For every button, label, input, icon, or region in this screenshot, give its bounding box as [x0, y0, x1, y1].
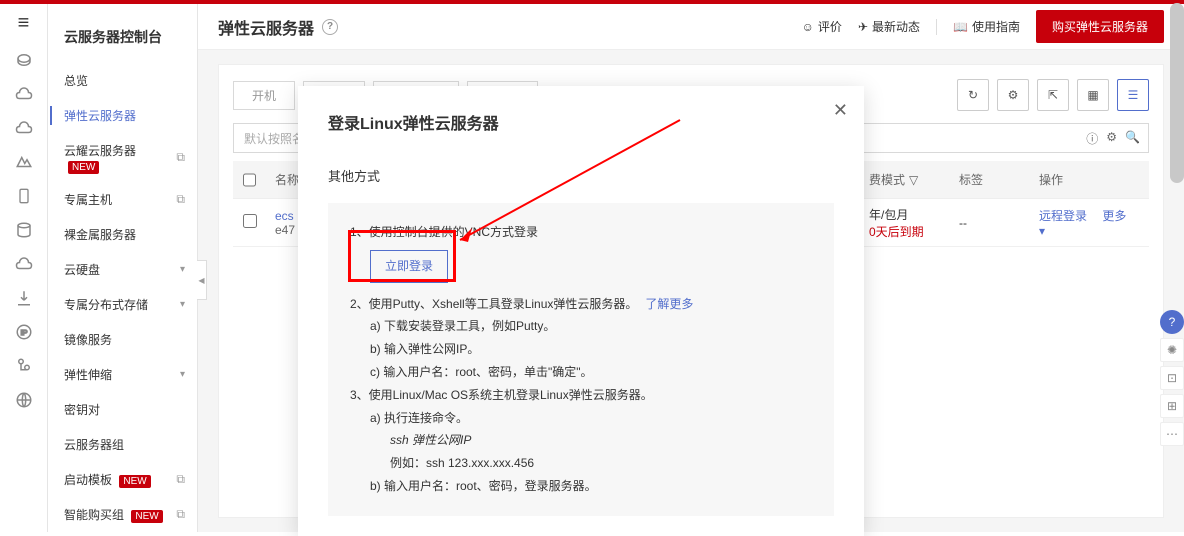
- nav-bms[interactable]: 裸金属服务器: [48, 217, 197, 252]
- select-all-checkbox[interactable]: [243, 173, 256, 187]
- page-title: 弹性云服务器 ?: [218, 15, 338, 39]
- login-methods-box: 1、使用控制台提供的VNC方式登录 立即登录 2、使用Putty、Xshell等…: [328, 203, 834, 516]
- rail-icon-1[interactable]: [15, 51, 33, 69]
- ssh-command: ssh 弹性公网IP: [350, 429, 812, 452]
- nav-template[interactable]: 启动模板 NEW⧉: [48, 462, 197, 497]
- modal-close-icon[interactable]: ✕: [833, 100, 848, 121]
- cell-ops: 远程登录 更多 ▾: [1029, 207, 1149, 238]
- method-3: 3、使用Linux/Mac OS系统主机登录Linux弹性云服务器。: [350, 384, 812, 407]
- floating-tools: ? ✺ ⊡ ⊞ ⋯: [1160, 310, 1184, 446]
- nav-keypair[interactable]: 密钥对: [48, 392, 197, 427]
- hamburger-menu-icon[interactable]: ≡: [18, 12, 30, 35]
- grid-icon[interactable]: ▦: [1077, 79, 1109, 111]
- rail-icon-5[interactable]: [15, 187, 33, 205]
- chevron-down-icon: ▾: [180, 299, 185, 310]
- export-icon[interactable]: ⇱: [1037, 79, 1069, 111]
- rail-icon-4[interactable]: [15, 153, 33, 171]
- chevron-down-icon: ▾: [180, 369, 185, 380]
- rail-icon-9[interactable]: IP: [15, 323, 33, 341]
- icon-rail: ≡ IP: [0, 4, 48, 532]
- method-3a: a) 执行连接命令。: [350, 407, 812, 430]
- nav-dedicated[interactable]: 专属主机⧉: [48, 182, 197, 217]
- float-tool-1[interactable]: ✺: [1160, 338, 1184, 362]
- nav-ecs[interactable]: 弹性云服务器: [48, 98, 197, 133]
- nav-smartbuy[interactable]: 智能购买组 NEW⧉: [48, 497, 197, 532]
- cell-tags: --: [949, 216, 1029, 230]
- news-link[interactable]: ✈ 最新动态: [858, 18, 920, 35]
- th-ops: 操作: [1029, 171, 1149, 188]
- external-icon: ⧉: [176, 507, 185, 522]
- nav-hecs[interactable]: 云耀云服务器NEW⧉: [48, 133, 197, 182]
- login-now-button[interactable]: 立即登录: [370, 250, 448, 283]
- rail-icon-10[interactable]: [15, 357, 33, 375]
- learn-more-link[interactable]: 了解更多: [645, 297, 693, 311]
- nav-as[interactable]: 弹性伸缩▾: [48, 357, 197, 392]
- float-tool-4[interactable]: ⋯: [1160, 422, 1184, 446]
- chevron-down-icon: ▾: [180, 264, 185, 275]
- scrollbar-thumb[interactable]: [1170, 3, 1184, 183]
- rail-icon-8[interactable]: [15, 289, 33, 307]
- modal-title: 登录Linux弹性云服务器: [298, 86, 864, 152]
- method-2c: c) 输入用户名：root、密码，单击"确定"。: [350, 361, 812, 384]
- filter-search-icon[interactable]: 🔍: [1125, 130, 1140, 147]
- other-way-label: 其他方式: [328, 152, 834, 203]
- float-tool-3[interactable]: ⊞: [1160, 394, 1184, 418]
- login-modal: ✕ 登录Linux弹性云服务器 其他方式 1、使用控制台提供的VNC方式登录 立…: [298, 86, 864, 536]
- external-icon: ⧉: [176, 192, 185, 207]
- th-tags[interactable]: 标签: [949, 171, 1029, 188]
- rail-icon-11[interactable]: [15, 391, 33, 409]
- float-help-icon[interactable]: ?: [1160, 310, 1184, 334]
- nav-servergroup[interactable]: 云服务器组: [48, 427, 197, 462]
- filter-icon[interactable]: ▽: [909, 173, 918, 187]
- guide-link[interactable]: 📖 使用指南: [953, 18, 1020, 35]
- rating-link[interactable]: ☺ 评价: [802, 18, 842, 35]
- list-icon[interactable]: ☰: [1117, 79, 1149, 111]
- nav-overview[interactable]: 总览: [48, 63, 197, 98]
- rail-icon-6[interactable]: [15, 221, 33, 239]
- ssh-example: 例如：ssh 123.xxx.xxx.456: [350, 452, 812, 475]
- nav-ims[interactable]: 镜像服务: [48, 322, 197, 357]
- external-icon: ⧉: [176, 150, 185, 165]
- help-icon[interactable]: ?: [322, 19, 338, 35]
- buy-button[interactable]: 购买弹性云服务器: [1036, 10, 1164, 43]
- sidebar: 云服务器控制台 总览 弹性云服务器 云耀云服务器NEW⧉ 专属主机⧉ 裸金属服务…: [48, 4, 198, 532]
- float-tool-2[interactable]: ⊡: [1160, 366, 1184, 390]
- nav-dss[interactable]: 专属分布式存储▾: [48, 287, 197, 322]
- rail-icon-7[interactable]: [15, 255, 33, 273]
- nav-evs[interactable]: 云硬盘▾: [48, 252, 197, 287]
- method-1: 1、使用控制台提供的VNC方式登录: [350, 221, 812, 244]
- sidebar-title: 云服务器控制台: [48, 19, 197, 63]
- method-2a: a) 下载安装登录工具，例如Putty。: [350, 315, 812, 338]
- filter-help-icon[interactable]: ⓘ: [1086, 130, 1098, 147]
- rail-icon-2[interactable]: [15, 85, 33, 103]
- method-2: 2、使用Putty、Xshell等工具登录Linux弹性云服务器。了解更多: [350, 293, 812, 316]
- th-billing[interactable]: 费模式 ▽: [859, 171, 949, 188]
- remote-login-link[interactable]: 远程登录: [1039, 209, 1087, 223]
- row-checkbox[interactable]: [243, 214, 257, 228]
- svg-text:IP: IP: [20, 328, 27, 337]
- start-button[interactable]: 开机: [233, 81, 295, 110]
- method-3b: b) 输入用户名：root、密码，登录服务器。: [350, 475, 812, 498]
- settings-icon[interactable]: ⚙: [997, 79, 1029, 111]
- external-icon: ⧉: [176, 472, 185, 487]
- cell-billing: 年/包月0天后到期: [859, 206, 949, 240]
- refresh-icon[interactable]: ↻: [957, 79, 989, 111]
- method-2b: b) 输入弹性公网IP。: [350, 338, 812, 361]
- rail-icon-3[interactable]: [15, 119, 33, 137]
- filter-gear-icon[interactable]: ⚙: [1106, 130, 1117, 147]
- page-header: 弹性云服务器 ? ☺ 评价 ✈ 最新动态 📖 使用指南 购买弹性云服务器: [198, 4, 1184, 50]
- sidebar-collapse-handle[interactable]: ◀: [197, 260, 207, 300]
